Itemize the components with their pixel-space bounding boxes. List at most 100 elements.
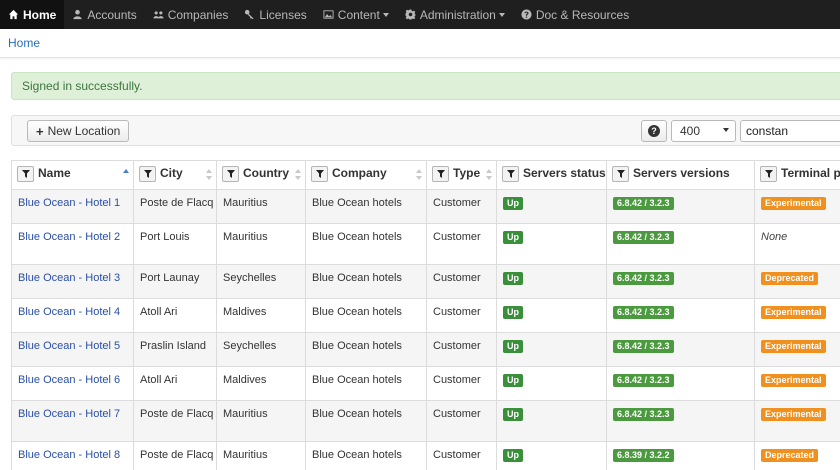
cell-name-value[interactable]: Blue Ocean - Hotel 3 <box>18 272 120 284</box>
cell-name: Blue Ocean - Hotel 1 <box>11 189 134 224</box>
table-row[interactable]: Blue Ocean - Hotel 7 Poste de Flacq Maurit… <box>11 400 840 442</box>
cell-status: Up <box>496 366 607 401</box>
column-header-country[interactable]: Country <box>216 160 306 190</box>
table-row[interactable]: Blue Ocean - Hotel 6 Atoll Ari Maldives Blu… <box>11 366 840 401</box>
page-size-select[interactable]: 400 <box>671 120 736 142</box>
cell-status-value: Up <box>503 231 523 244</box>
success-alert: Signed in successfully. <box>11 72 840 100</box>
cell-city-value: Poste de Flacq <box>140 449 214 461</box>
nav-accounts-label: Accounts <box>87 7 137 22</box>
column-header-status[interactable]: Servers status <box>496 160 607 190</box>
column-header-company[interactable]: Company <box>305 160 427 190</box>
cell-country: Maldives <box>216 298 306 333</box>
cell-type: Customer <box>426 366 497 401</box>
nav-home[interactable]: Home <box>0 0 65 29</box>
nav-accounts[interactable]: Accounts <box>64 0 144 29</box>
cell-version-value: 6.8.39 / 3.2.2 <box>613 449 674 462</box>
cell-status-value: Up <box>503 449 523 462</box>
cell-country: Mauritius <box>216 223 306 265</box>
cell-version-value: 6.8.42 / 3.2.3 <box>613 306 674 319</box>
table-body: Blue Ocean - Hotel 1 Poste de Flacq Maurit… <box>11 189 840 470</box>
filter-icon[interactable] <box>432 166 449 182</box>
column-header-name[interactable]: Name <box>11 160 134 190</box>
cell-name-value[interactable]: Blue Ocean - Hotel 4 <box>18 306 120 318</box>
search-input[interactable]: constan <box>740 120 840 142</box>
filter-icon[interactable] <box>612 166 629 182</box>
table-row[interactable]: Blue Ocean - Hotel 4 Atoll Ari Maldives Blu… <box>11 298 840 333</box>
cell-name-value[interactable]: Blue Ocean - Hotel 6 <box>18 374 120 386</box>
cell-country: Seychelles <box>216 264 306 299</box>
gear-icon <box>405 9 416 20</box>
new-location-button[interactable]: + New Location <box>27 120 130 142</box>
column-header-type[interactable]: Type <box>426 160 497 190</box>
cell-status: Up <box>496 441 607 470</box>
cell-company-value: Blue Ocean hotels <box>312 306 402 318</box>
cell-name-value[interactable]: Blue Ocean - Hotel 2 <box>18 231 120 243</box>
table-row[interactable]: Blue Ocean - Hotel 8 Poste de Flacq Maurit… <box>11 441 840 470</box>
locations-table-wrap: Name City Country Company Type Servers status… <box>11 160 840 470</box>
cell-company: Blue Ocean hotels <box>305 223 427 265</box>
table-row[interactable]: Blue Ocean - Hotel 5 Praslin Island Seyche… <box>11 332 840 367</box>
cell-terminal-value: Experimental <box>761 408 826 421</box>
sort-icon[interactable] <box>486 169 492 181</box>
cell-status-value: Up <box>503 408 523 421</box>
column-header-versions[interactable]: Servers versions <box>606 160 755 190</box>
cell-name: Blue Ocean - Hotel 4 <box>11 298 134 333</box>
cell-version: 6.8.42 / 3.2.3 <box>606 332 755 367</box>
cell-version: 6.8.39 / 3.2.2 <box>606 441 755 470</box>
column-header-label: City <box>160 166 183 181</box>
cell-name-value[interactable]: Blue Ocean - Hotel 5 <box>18 340 120 352</box>
table-row[interactable]: Blue Ocean - Hotel 1 Poste de Flacq Maurit… <box>11 189 840 224</box>
sort-icon[interactable] <box>295 169 301 181</box>
filter-icon[interactable] <box>502 166 519 182</box>
cell-name: Blue Ocean - Hotel 8 <box>11 441 134 470</box>
table-row[interactable]: Blue Ocean - Hotel 2 Port Louis Mauritius B… <box>11 223 840 265</box>
sort-icon[interactable] <box>416 169 422 181</box>
cell-company: Blue Ocean hotels <box>305 441 427 470</box>
cell-type: Customer <box>426 264 497 299</box>
cell-name-value[interactable]: Blue Ocean - Hotel 1 <box>18 197 120 209</box>
cell-name-value[interactable]: Blue Ocean - Hotel 8 <box>18 449 120 461</box>
nav-licenses[interactable]: Licenses <box>236 0 314 29</box>
sort-icon[interactable] <box>123 169 129 181</box>
column-header-terminal[interactable]: Terminal packages <box>754 160 840 190</box>
table-row[interactable]: Blue Ocean - Hotel 3 Port Launay Seychelle… <box>11 264 840 299</box>
cell-city-value: Poste de Flacq <box>140 197 214 209</box>
cell-name: Blue Ocean - Hotel 5 <box>11 332 134 367</box>
breadcrumb-home[interactable]: Home <box>8 36 40 50</box>
nav-administration[interactable]: Administration <box>397 0 513 29</box>
cell-terminal-value: None <box>761 231 788 243</box>
cell-terminal-value: Experimental <box>761 306 826 319</box>
cell-country: Maldives <box>216 366 306 401</box>
cell-company: Blue Ocean hotels <box>305 400 427 442</box>
cell-company-value: Blue Ocean hotels <box>312 408 402 420</box>
sort-icon[interactable] <box>206 169 212 181</box>
cell-company-value: Blue Ocean hotels <box>312 197 402 209</box>
cell-type-value: Customer <box>433 197 481 209</box>
cell-terminal: Experimental <box>754 298 840 333</box>
cell-terminal: Experimental <box>754 189 840 224</box>
cell-status-value: Up <box>503 340 523 353</box>
cell-company: Blue Ocean hotels <box>305 366 427 401</box>
cell-country-value: Mauritius <box>223 231 268 243</box>
filter-icon[interactable] <box>311 166 328 182</box>
cell-terminal: Deprecated <box>754 441 840 470</box>
filter-icon[interactable] <box>139 166 156 182</box>
cell-name: Blue Ocean - Hotel 3 <box>11 264 134 299</box>
cell-name-value[interactable]: Blue Ocean - Hotel 7 <box>18 408 120 420</box>
cell-version: 6.8.42 / 3.2.3 <box>606 298 755 333</box>
nav-docs[interactable]: Doc & Resources <box>513 0 637 29</box>
cell-version: 6.8.42 / 3.2.3 <box>606 400 755 442</box>
cell-version: 6.8.42 / 3.2.3 <box>606 223 755 265</box>
help-button[interactable]: ? <box>641 120 667 142</box>
nav-companies[interactable]: Companies <box>145 0 237 29</box>
filter-icon[interactable] <box>222 166 239 182</box>
filter-icon[interactable] <box>17 166 34 182</box>
column-header-city[interactable]: City <box>133 160 217 190</box>
home-icon <box>8 9 19 20</box>
user-icon <box>73 9 82 20</box>
cell-city-value: Poste de Flacq <box>140 408 214 420</box>
cell-name: Blue Ocean - Hotel 6 <box>11 366 134 401</box>
filter-icon[interactable] <box>760 166 777 182</box>
nav-content[interactable]: Content <box>315 0 397 29</box>
